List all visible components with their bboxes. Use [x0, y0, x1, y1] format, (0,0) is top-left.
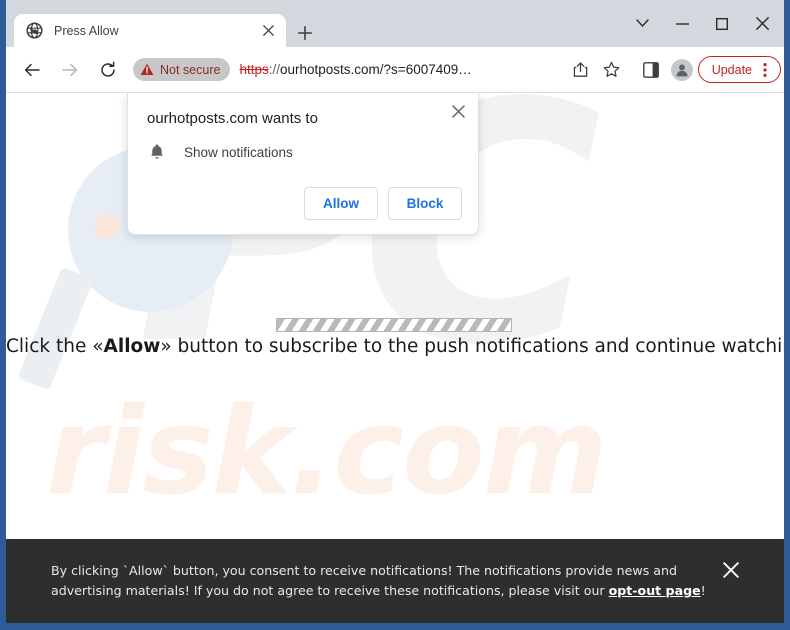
dialog-actions: Allow Block — [304, 187, 462, 220]
notification-permission-dialog: ourhotposts.com wants to Show notificati… — [127, 93, 479, 235]
watermark-magnifier-handle — [17, 266, 94, 391]
dialog-close-icon[interactable] — [446, 99, 470, 123]
consent-text-part1: By clicking `Allow` button, you consent … — [51, 563, 677, 598]
warning-triangle-icon — [140, 63, 154, 75]
url-host-path: ourhotposts.com/?s=6007409… — [280, 62, 472, 77]
tab-close-icon[interactable] — [258, 21, 278, 41]
share-icon[interactable] — [566, 55, 596, 85]
address-bar[interactable]: Not secure https://ourhotposts.com/?s=60… — [133, 54, 560, 85]
kebab-menu-icon[interactable] — [756, 61, 774, 79]
close-window-icon[interactable] — [742, 9, 782, 38]
window-frame-left — [0, 0, 6, 630]
window-controls — [622, 9, 782, 38]
update-label: Update — [711, 62, 752, 77]
avatar — [670, 58, 693, 81]
plus-icon — [298, 26, 312, 40]
loading-progress-bar — [276, 318, 512, 332]
update-button[interactable]: Update — [697, 56, 781, 83]
profile-button[interactable] — [667, 55, 697, 85]
dialog-permission-row: Show notifications — [148, 143, 293, 161]
side-panel-icon[interactable] — [636, 55, 666, 85]
globe-icon — [26, 22, 43, 39]
consent-banner-text: By clicking `Allow` button, you consent … — [51, 561, 724, 600]
consent-banner-close-icon[interactable] — [720, 559, 742, 581]
reload-icon — [101, 61, 115, 77]
instruction-prefix: Click the « — [6, 336, 104, 357]
instruction-suffix: » button to subscribe to the push notifi… — [160, 336, 784, 357]
page-viewport: PC risk.com Click the «Allow» button to … — [6, 93, 784, 623]
bell-icon — [148, 143, 166, 161]
url-separator: :// — [268, 62, 280, 77]
bookmark-star-icon[interactable] — [597, 55, 627, 85]
instruction-emphasis: Allow — [103, 336, 161, 357]
consent-text-part2: ! — [700, 583, 706, 598]
forward-button[interactable] — [55, 55, 85, 85]
url-scheme: https — [239, 62, 269, 77]
url-text: https://ourhotposts.com/?s=6007409… — [239, 62, 471, 77]
reload-button[interactable] — [93, 55, 123, 85]
maximize-icon[interactable] — [702, 9, 742, 38]
consent-banner: By clicking `Allow` button, you consent … — [6, 539, 784, 623]
dialog-title: ourhotposts.com wants to — [147, 110, 318, 127]
tab-search-chevron-down-icon[interactable] — [622, 9, 662, 38]
watermark-lens-dot-small — [94, 213, 120, 239]
new-tab-button[interactable] — [292, 20, 318, 46]
window-frame-bottom — [0, 623, 790, 630]
browser-tab[interactable]: Press Allow — [14, 14, 286, 47]
browser-window: Press Allow Not secure https://ourhotpos… — [0, 0, 790, 630]
allow-button[interactable]: Allow — [304, 187, 378, 220]
arrow-right-icon — [62, 63, 78, 76]
page-instruction-text: Click the «Allow» button to subscribe to… — [6, 336, 784, 357]
watermark-domain: risk.com — [46, 383, 608, 522]
back-button[interactable] — [17, 55, 47, 85]
minimize-icon[interactable] — [662, 9, 702, 38]
tab-title: Press Allow — [54, 23, 119, 38]
opt-out-link[interactable]: opt-out page — [609, 583, 701, 598]
window-frame-right — [784, 0, 790, 630]
tab-strip: Press Allow — [0, 0, 790, 47]
browser-toolbar: Not secure https://ourhotposts.com/?s=60… — [6, 47, 784, 93]
arrow-left-icon — [24, 63, 40, 76]
security-status-badge[interactable]: Not secure — [133, 58, 231, 81]
dialog-permission-label: Show notifications — [184, 144, 293, 160]
block-button[interactable]: Block — [388, 187, 462, 220]
person-icon — [676, 64, 688, 76]
security-status-label: Not secure — [160, 62, 221, 77]
